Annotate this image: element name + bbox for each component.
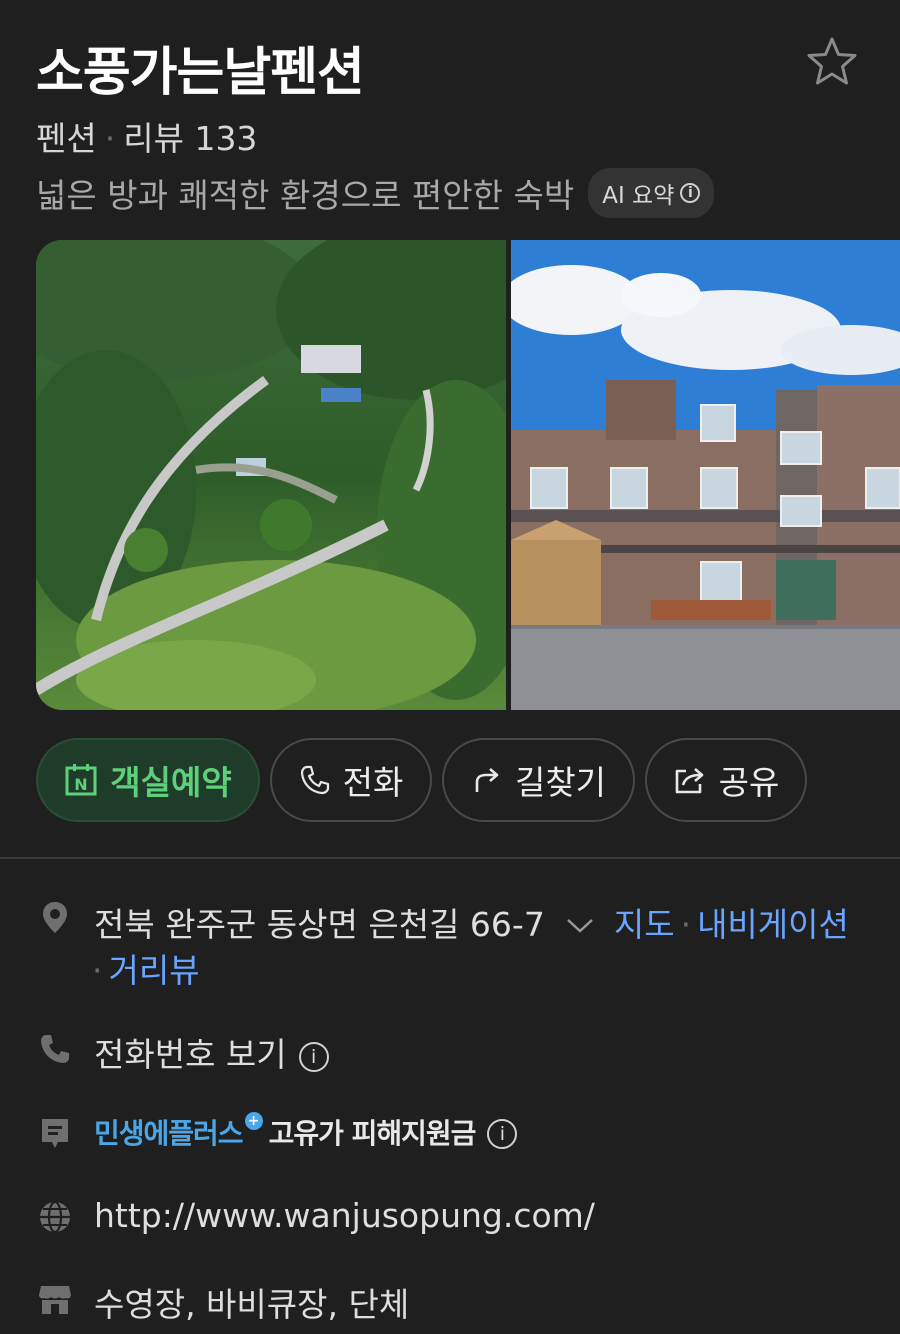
review-count-link[interactable]: 리뷰 133 <box>123 119 257 158</box>
info-icon: i <box>680 183 701 203</box>
star-icon[interactable] <box>804 34 860 90</box>
map-link[interactable]: 지도 <box>614 905 675 944</box>
photo-aerial-view[interactable] <box>36 240 506 710</box>
amenities-text: 수영장, 바비큐장, 단체 <box>94 1285 410 1324</box>
street-view-line: · 거리뷰 <box>92 944 200 992</box>
ai-summary-badge[interactable]: AI 요약 i <box>588 168 715 218</box>
location-pin-icon <box>43 902 67 933</box>
link-dot: · <box>680 905 692 944</box>
route-arrow-icon <box>475 768 499 792</box>
directions-button[interactable]: 길찾기 <box>442 738 635 822</box>
naver-booking-icon: N <box>65 764 97 796</box>
address-line: 전북 완주군 동상면 은천길 66-7 지도 · 내비게이션 <box>94 898 849 946</box>
plus-icon: + <box>244 1112 263 1130</box>
call-label: 전화 <box>342 763 404 802</box>
navigation-link[interactable]: 내비게이션 <box>697 905 849 944</box>
meta-dot: · <box>104 119 116 158</box>
street-view-link[interactable]: 거리뷰 <box>109 951 200 990</box>
ai-summary: 넓은 방과 쾌적한 환경으로 편안한 숙박 AI 요약 i <box>36 168 715 218</box>
share-label: 공유 <box>718 763 780 802</box>
address-text: 전북 완주군 동상면 은천길 66-7 <box>94 905 545 944</box>
link-dot: · <box>92 951 103 990</box>
gov-program-line[interactable]: 민생에플러스 + 고유가 피해지원금 i <box>94 1112 518 1152</box>
coupon-icon <box>42 1119 68 1148</box>
info-icon[interactable]: i <box>487 1118 518 1149</box>
chevron-down-icon[interactable] <box>565 915 595 935</box>
reserve-label: 객실예약 <box>110 763 232 802</box>
call-button[interactable]: 전화 <box>270 738 432 822</box>
reserve-room-button[interactable]: N 객실예약 <box>36 738 260 822</box>
place-title: 소풍가는날펜션 <box>36 43 365 103</box>
gov-program-name: 민생에플러스 <box>94 1117 244 1150</box>
section-divider <box>0 857 900 859</box>
store-icon <box>39 1286 71 1314</box>
globe-icon <box>40 1200 70 1234</box>
phone-line[interactable]: 전화번호 보기 i <box>94 1028 329 1076</box>
phone-text[interactable]: 전화번호 보기 <box>94 1035 287 1074</box>
category-label: 펜션 <box>36 119 97 158</box>
website-link[interactable]: http://www.wanjusopung.com/ <box>94 1196 595 1235</box>
photo-building-exterior[interactable] <box>511 240 900 710</box>
phone-icon <box>41 1035 69 1063</box>
ai-badge-label: AI 요약 <box>602 183 675 209</box>
directions-label: 길찾기 <box>514 763 607 802</box>
info-icon[interactable]: i <box>298 1041 329 1072</box>
gov-program-benefit: 고유가 피해지원금 <box>268 1117 477 1150</box>
share-icon <box>675 768 703 794</box>
share-button[interactable]: 공유 <box>645 738 807 822</box>
place-meta: 펜션 · 리뷰 133 <box>36 112 257 160</box>
svg-text:N: N <box>75 775 88 794</box>
phone-icon <box>300 765 329 795</box>
summary-text: 넓은 방과 쾌적한 환경으로 편안한 숙박 <box>36 176 575 215</box>
